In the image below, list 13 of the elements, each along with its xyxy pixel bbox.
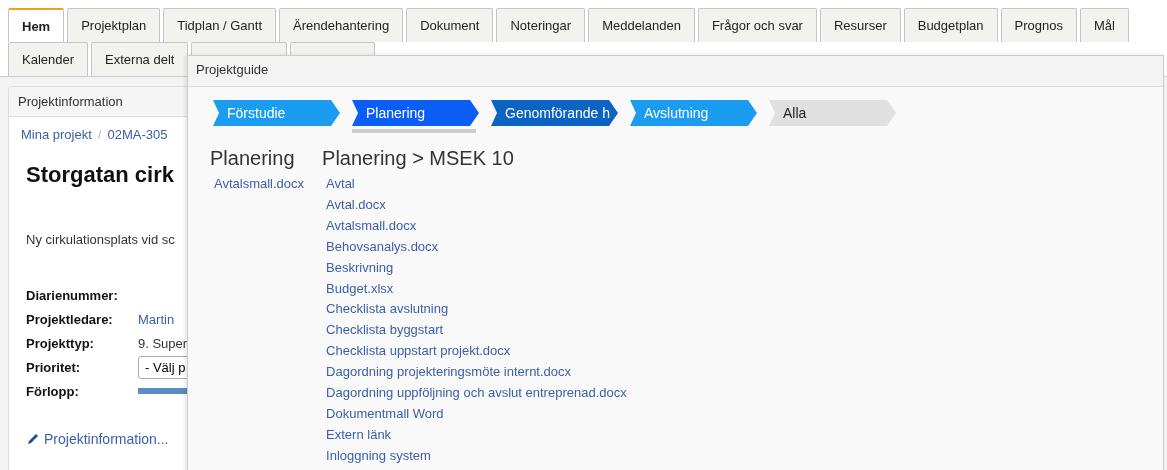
- breadcrumb-separator: /: [97, 127, 102, 142]
- field-label: Diarienummer:: [26, 287, 119, 303]
- field-label: Projektledare:: [26, 311, 114, 327]
- dialog-title: Projektguide: [196, 62, 269, 77]
- field-label: Prioritet:: [26, 359, 82, 375]
- column-heading: Planering > MSEK 10: [322, 147, 514, 170]
- field-label: Förlopp:: [26, 383, 80, 399]
- project-title: Storgatan cirk: [26, 162, 174, 188]
- field-label: Projekttyp:: [26, 335, 95, 351]
- field-value: 9. Super: [138, 335, 188, 351]
- panel-title: Projektinformation: [18, 94, 123, 109]
- description: Ny cirkulationsplats vid sc: [26, 232, 176, 247]
- column-heading: Planering: [210, 147, 295, 170]
